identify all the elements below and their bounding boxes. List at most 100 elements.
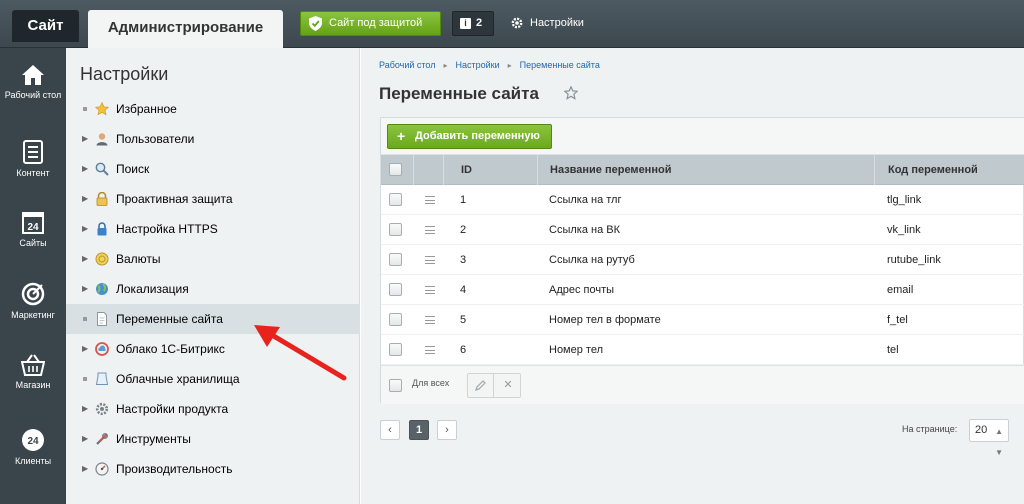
- row-menu-icon[interactable]: [425, 256, 435, 264]
- menu-item-users[interactable]: ▶ Пользователи: [66, 124, 360, 154]
- menu-item-label: Облако 1С-Битрикс: [116, 342, 225, 356]
- row-menu-icon[interactable]: [425, 196, 435, 204]
- for-all-checkbox[interactable]: [389, 379, 402, 392]
- table-row[interactable]: 4 Адрес почты email: [381, 275, 1024, 305]
- menu-item-performance[interactable]: ▶ Производительность: [66, 454, 360, 484]
- select-all-checkbox[interactable]: [389, 163, 402, 176]
- nav-desktop[interactable]: Рабочий стол: [0, 64, 66, 100]
- tab-administration[interactable]: Администрирование: [88, 10, 283, 48]
- expand-arrow-icon[interactable]: ▶: [82, 334, 88, 364]
- expand-arrow-icon[interactable]: ▶: [82, 124, 88, 154]
- row-menu-icon[interactable]: [425, 346, 435, 354]
- settings-button[interactable]: Настройки: [511, 11, 584, 36]
- breadcrumb-item[interactable]: Настройки: [456, 60, 500, 70]
- delete-x-icon[interactable]: ✕: [495, 374, 521, 397]
- menu-item-label: Избранное: [116, 102, 177, 116]
- nav-marketing[interactable]: Маркетинг: [0, 282, 66, 320]
- row-checkbox[interactable]: [389, 253, 402, 266]
- row-id: 1: [460, 194, 467, 206]
- expand-arrow-icon[interactable]: ▶: [82, 394, 88, 424]
- menu-item-currencies[interactable]: ▶ Валюты: [66, 244, 360, 274]
- menu-item-label: Пользователи: [116, 132, 195, 146]
- search-icon: [95, 162, 109, 176]
- menu-item-https[interactable]: ▶ Настройка HTTPS: [66, 214, 360, 244]
- row-id: 3: [460, 254, 467, 266]
- breadcrumb: Рабочий стол ▸ Настройки ▸ Переменные сайта: [379, 60, 600, 70]
- nav-content[interactable]: Контент: [0, 140, 66, 178]
- nav-clients-label: Клиенты: [14, 456, 52, 466]
- gear-icon: [95, 402, 109, 416]
- nav-marketing-label: Маркетинг: [11, 310, 55, 320]
- row-menu-icon[interactable]: [425, 316, 435, 324]
- menu-item-label: Переменные сайта: [116, 312, 223, 326]
- group-actions-bar: Для всех ✕: [381, 365, 1024, 404]
- breadcrumb-item[interactable]: Переменные сайта: [520, 60, 600, 70]
- table-row[interactable]: 1 Ссылка на тлг tlg_link: [381, 185, 1024, 215]
- menu-item-product-settings[interactable]: ▶ Настройки продукта: [66, 394, 360, 424]
- row-checkbox[interactable]: [389, 283, 402, 296]
- menu-item-tools[interactable]: ▶ Инструменты: [66, 424, 360, 454]
- menu-item-label: Валюты: [116, 252, 161, 266]
- tools-icon: [96, 433, 108, 445]
- nav-clients[interactable]: 24 Клиенты: [0, 428, 66, 466]
- column-code-header[interactable]: Код переменной: [874, 155, 1024, 185]
- expand-arrow-icon[interactable]: ▶: [82, 274, 88, 304]
- row-checkbox[interactable]: [389, 343, 402, 356]
- shield-icon: [309, 16, 322, 31]
- expand-arrow-icon[interactable]: ▶: [82, 244, 88, 274]
- site-secure-label: Сайт под защитой: [329, 17, 423, 29]
- per-page-select[interactable]: 20 ▲ ▼: [969, 419, 1009, 457]
- page-title: Переменные сайта: [379, 84, 539, 103]
- row-name: Номер тел в формате: [549, 314, 661, 326]
- pager-prev-button[interactable]: ‹: [380, 420, 400, 440]
- menu-item-favorites[interactable]: Избранное: [66, 94, 360, 124]
- menu-item-search[interactable]: ▶ Поиск: [66, 154, 360, 184]
- row-menu-icon[interactable]: [425, 226, 435, 234]
- add-variable-button[interactable]: + Добавить переменную: [387, 124, 552, 149]
- document-icon: [23, 140, 43, 164]
- expand-arrow-icon[interactable]: ▶: [82, 454, 88, 484]
- column-name-header[interactable]: Название переменной: [537, 155, 874, 185]
- nav-shop-label: Магазин: [15, 380, 51, 390]
- column-id-header[interactable]: ID: [443, 155, 537, 185]
- row-menu-icon[interactable]: [425, 286, 435, 294]
- table-row[interactable]: 6 Номер тел tel: [381, 335, 1024, 365]
- table-row[interactable]: 2 Ссылка на ВК vk_link: [381, 215, 1024, 245]
- nav-sites[interactable]: 24 Сайты: [0, 210, 66, 248]
- home-icon: [22, 65, 44, 85]
- row-checkbox[interactable]: [389, 223, 402, 236]
- menu-item-label: Настройка HTTPS: [116, 222, 218, 236]
- row-name: Ссылка на рутуб: [549, 254, 635, 266]
- breadcrumb-separator-icon: ▸: [507, 61, 512, 70]
- row-code: tel: [887, 344, 899, 356]
- expand-arrow-icon[interactable]: ▶: [82, 184, 88, 214]
- svg-text:24: 24: [27, 436, 39, 447]
- row-checkbox[interactable]: [389, 313, 402, 326]
- pager-page-current[interactable]: 1: [409, 420, 429, 440]
- pager-next-button[interactable]: ›: [437, 420, 457, 440]
- calendar-24-icon: 24: [22, 212, 44, 234]
- table-row[interactable]: 3 Ссылка на рутуб rutube_link: [381, 245, 1024, 275]
- row-checkbox[interactable]: [389, 193, 402, 206]
- nav-shop[interactable]: Магазин: [0, 354, 66, 390]
- notifications-button[interactable]: i 2: [452, 11, 494, 36]
- notification-count: 2: [476, 17, 483, 29]
- edit-pencil-icon[interactable]: [468, 374, 494, 397]
- tab-site[interactable]: Сайт: [12, 10, 79, 42]
- breadcrumb-item[interactable]: Рабочий стол: [379, 60, 436, 70]
- currency-icon: [95, 252, 109, 266]
- nav-content-label: Контент: [16, 168, 50, 178]
- table-header: ID Название переменной Код переменной: [381, 155, 1024, 185]
- favorite-star-icon[interactable]: [564, 86, 578, 100]
- table-row[interactable]: 5 Номер тел в формате f_tel: [381, 305, 1024, 335]
- menu-item-localization[interactable]: ▶ Локализация: [66, 274, 360, 304]
- menu-item-label: Локализация: [116, 282, 189, 296]
- menu-item-label: Облачные хранилища: [116, 372, 240, 386]
- https-lock-icon: [97, 222, 107, 236]
- site-secure-button[interactable]: Сайт под защитой: [300, 11, 441, 36]
- menu-item-proactive-protection[interactable]: ▶ Проактивная защита: [66, 184, 360, 214]
- expand-arrow-icon[interactable]: ▶: [82, 424, 88, 454]
- bullet: [83, 317, 87, 321]
- expand-arrow-icon[interactable]: ▶: [82, 154, 88, 184]
- expand-arrow-icon[interactable]: ▶: [82, 214, 88, 244]
